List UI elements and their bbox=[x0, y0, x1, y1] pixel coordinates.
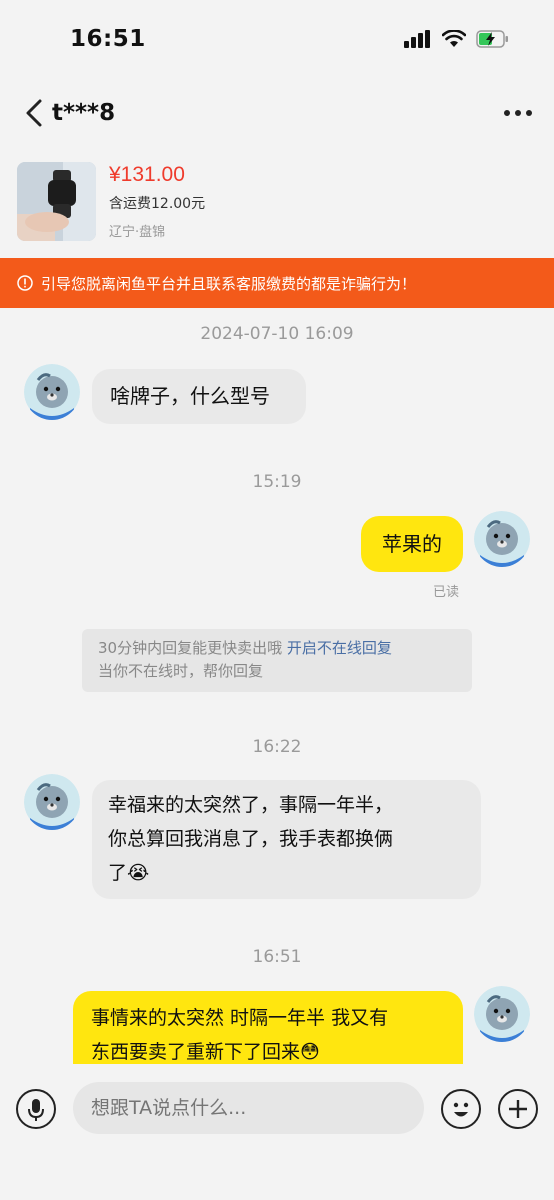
contact-avatar[interactable] bbox=[24, 364, 80, 420]
battery-charging-icon bbox=[476, 30, 508, 48]
notice-text: 30分钟内回复能更快卖出哦 bbox=[98, 639, 283, 657]
product-price: ¥131.00 bbox=[109, 163, 185, 186]
microphone-icon[interactable] bbox=[16, 1089, 56, 1129]
message-bubble-received[interactable]: 啥牌子，什么型号 bbox=[92, 369, 306, 424]
wifi-icon bbox=[442, 30, 466, 47]
warning-icon bbox=[17, 275, 33, 291]
message-input[interactable] bbox=[73, 1082, 424, 1134]
auto-reply-notice: 30分钟内回复能更快卖出哦 开启不在线回复 当你不在线时，帮你回复 bbox=[82, 629, 472, 692]
product-shipping: 含运费12.00元 bbox=[109, 196, 206, 212]
flushed-emoji: 😳 bbox=[300, 1041, 320, 1063]
my-avatar[interactable] bbox=[474, 511, 530, 567]
notice-subtext: 当你不在线时，帮你回复 bbox=[98, 662, 264, 680]
signal-icon bbox=[404, 30, 430, 48]
message-timestamp: 16:51 bbox=[252, 947, 302, 967]
contact-name: t***8 bbox=[52, 100, 116, 126]
read-receipt: 已读 bbox=[433, 585, 460, 600]
product-thumbnail[interactable] bbox=[17, 162, 96, 241]
status-icons bbox=[404, 30, 510, 48]
enable-auto-reply-link[interactable]: 开启不在线回复 bbox=[287, 639, 392, 657]
warning-text: 引导您脱离闲鱼平台并且联系客服缴费的都是诈骗行为！ bbox=[41, 274, 417, 293]
message-timestamp: 16:22 bbox=[252, 737, 302, 757]
message-timestamp: 15:19 bbox=[252, 472, 302, 492]
crying-emoji: 😭 bbox=[127, 862, 150, 884]
my-avatar[interactable] bbox=[474, 986, 530, 1042]
more-dots-icon[interactable] bbox=[504, 110, 532, 116]
status-time: 16:51 bbox=[70, 26, 146, 52]
message-timestamp: 2024-07-10 16:09 bbox=[200, 324, 354, 344]
emoji-icon[interactable] bbox=[441, 1089, 481, 1129]
product-location: 辽宁·盘锦 bbox=[109, 225, 166, 240]
message-bubble-sent[interactable]: 苹果的 bbox=[361, 516, 463, 572]
plus-icon[interactable] bbox=[498, 1089, 538, 1129]
contact-avatar[interactable] bbox=[24, 774, 80, 830]
back-chevron-icon[interactable] bbox=[22, 98, 50, 128]
message-bubble-received[interactable]: 幸福来的太突然了，事隔一年半， 你总算回我消息了，我手表都换俩 了😭 bbox=[92, 780, 481, 899]
fraud-warning-banner: 引导您脱离闲鱼平台并且联系客服缴费的都是诈骗行为！ bbox=[0, 258, 554, 308]
